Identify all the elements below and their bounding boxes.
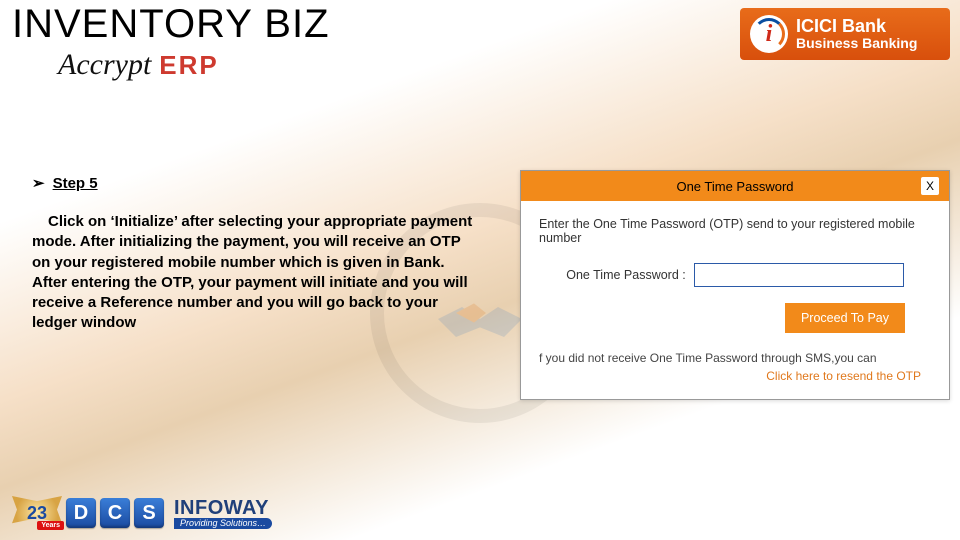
dcs-tile-c: C [100,498,130,528]
anniversary-label: Years [37,521,64,530]
brand-suffix: ERP [159,50,218,81]
close-button[interactable]: X [921,177,939,195]
bank-badge-letter: i [766,21,773,48]
step-heading: Step 5 [32,174,98,192]
proceed-to-pay-button[interactable]: Proceed To Pay [785,303,905,333]
otp-prompt-text: Enter the One Time Password (OTP) send t… [539,217,935,245]
page-title: INVENTORY BIZ [12,2,330,47]
dcs-tile-d: D [66,498,96,528]
otp-dialog-header: One Time Password X [521,171,949,201]
resend-pretext: f you did not receive One Time Password … [539,351,931,365]
otp-dialog-title: One Time Password [521,179,949,194]
brand-primary: Accrypt [58,48,151,82]
footer-logos: 23 Years D C S INFOWAY Providing Solutio… [12,496,272,530]
otp-dialog: One Time Password X Enter the One Time P… [520,170,950,400]
bank-subtitle: Business Banking [796,36,917,51]
otp-field-label: One Time Password : [566,268,686,282]
dcs-tile-s: S [134,498,164,528]
infoway-name: INFOWAY [174,498,272,518]
anniversary-badge: 23 Years [12,496,62,530]
infoway-logo: INFOWAY Providing Solutions… [174,498,272,529]
bank-name: ICICI Bank [796,17,917,36]
infoway-tagline: Providing Solutions… [174,518,272,529]
resend-otp-link[interactable]: Click here to resend the OTP [535,369,921,383]
bank-logo: i ICICI Bank Business Banking [740,8,950,60]
step-body-text: Click on ‘Initialize’ after selecting yo… [32,212,482,334]
bank-badge-icon: i [750,15,788,53]
otp-input[interactable] [694,263,904,287]
product-brand: Accrypt ERP [58,48,219,82]
